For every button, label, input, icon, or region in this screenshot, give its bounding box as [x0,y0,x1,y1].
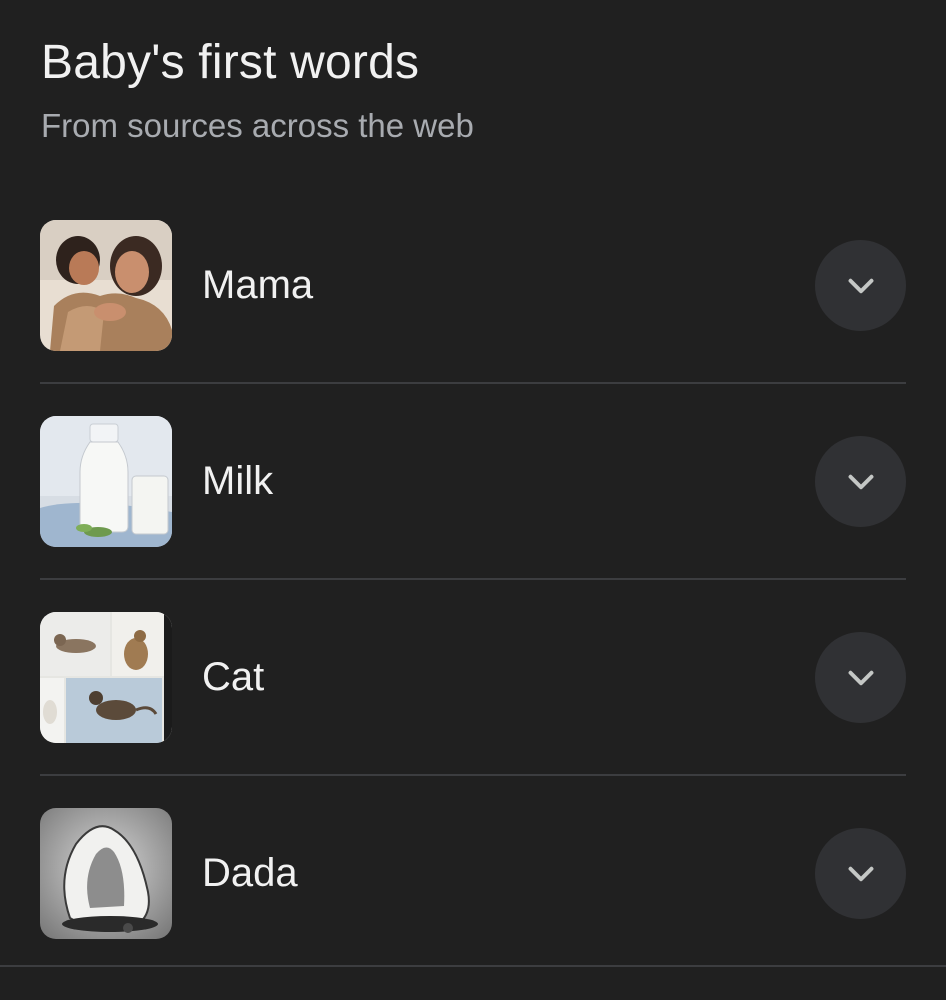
words-list: Mama Milk Cat Dada [40,188,906,970]
item-label-milk: Milk [202,459,274,503]
chevron-down-icon [848,278,873,293]
expand-button-milk[interactable] [815,436,906,527]
item-label-cat: Cat [202,655,265,699]
chevron-down-icon [848,866,873,881]
fountain-sculpture-photo [40,808,172,939]
first-words-card: Baby's first words From sources across t… [0,0,946,1000]
card-title: Baby's first words [41,36,420,89]
card-bottom-divider [0,965,946,967]
item-label-dada: Dada [202,851,298,895]
card-subtitle: From sources across the web [41,107,474,144]
milk-thumbnail[interactable] [40,416,172,547]
dada-thumbnail[interactable] [40,808,172,939]
cat-collage-photo [40,612,172,743]
milk-bottle-and-glass-photo [40,416,172,547]
list-item-mama[interactable]: Mama [40,188,906,384]
chevron-down-icon [848,670,873,685]
list-item-dada[interactable]: Dada [40,776,906,970]
expand-button-cat[interactable] [815,632,906,723]
chevron-down-icon [848,474,873,489]
expand-button-dada[interactable] [815,828,906,919]
expand-button-mama[interactable] [815,240,906,331]
item-label-mama: Mama [202,263,314,307]
cat-thumbnail[interactable] [40,612,172,743]
mama-thumbnail[interactable] [40,220,172,351]
mother-and-child-photo [40,220,172,351]
list-item-cat[interactable]: Cat [40,580,906,776]
list-item-milk[interactable]: Milk [40,384,906,580]
